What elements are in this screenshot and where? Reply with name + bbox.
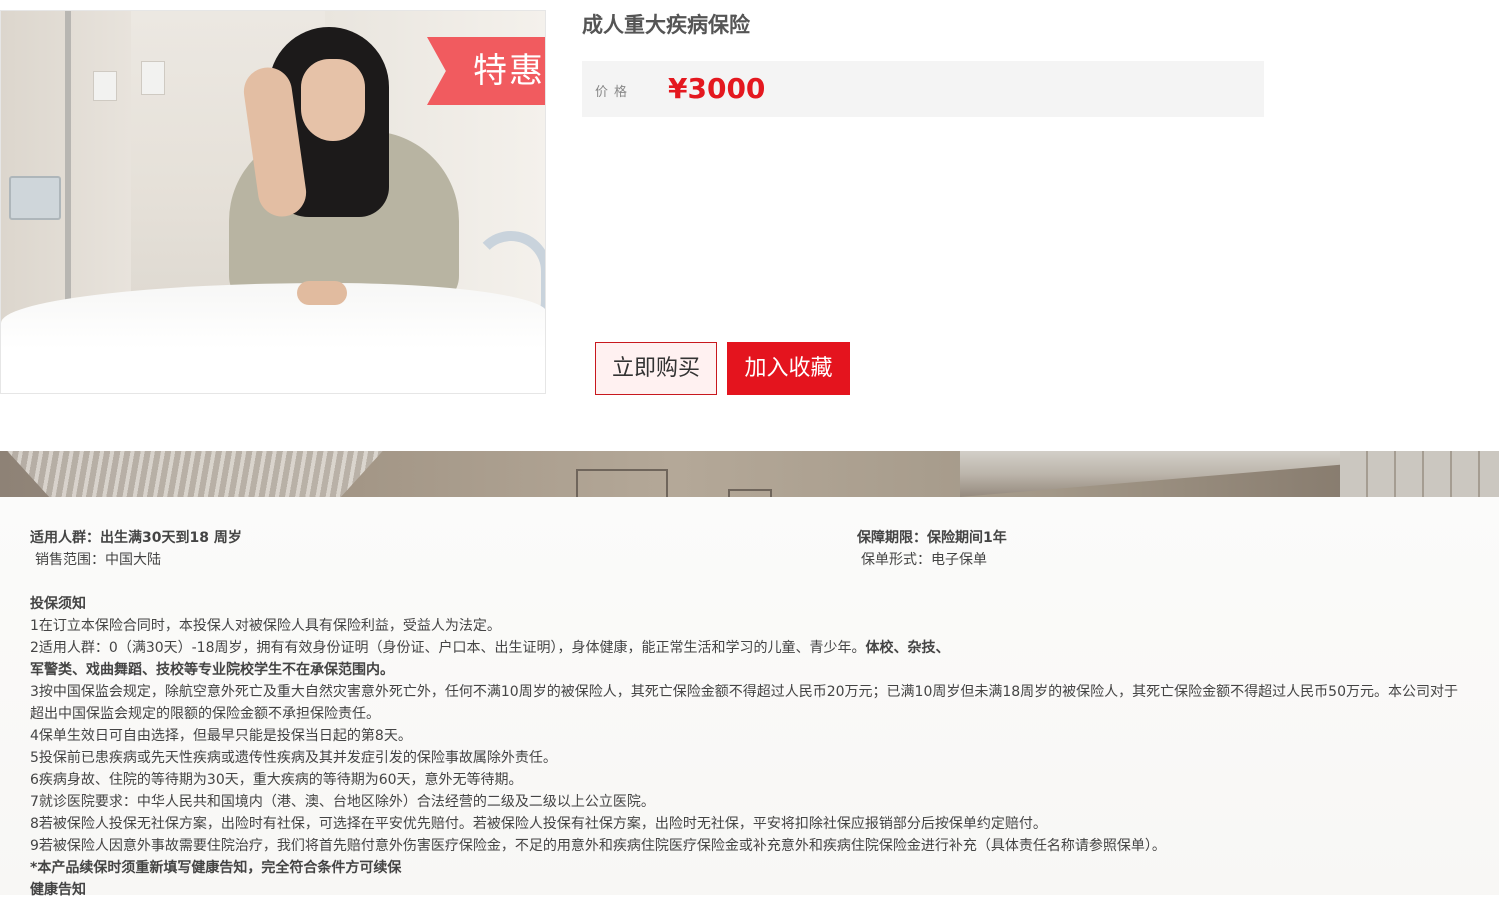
wall-panel [728,489,772,497]
lamp-shade [0,451,390,497]
buy-now-button[interactable]: 立即购买 [595,342,717,395]
notice-item: 5投保前已患疾病或先天性疾病或遗传性疾病及其并发症引发的保险事故属除外责任。 [30,750,557,766]
health-notice-title: 健康告知 [30,882,86,898]
patient-face [301,59,365,141]
term-value: 保险期间1年 [927,530,1007,546]
policy-form: 保单形式：电子保单 [861,552,987,568]
audience-info: 适用人群：出生满30天到18 周岁 [30,527,242,549]
price-value: ¥3000 [668,72,766,105]
medical-device [9,176,61,220]
audience-label: 适用人群： [30,530,100,546]
price-box: 价格 ¥3000 [582,61,1264,117]
notice-item-emphasis: 军警类、戏曲舞蹈、技校等专业院校学生不在承保范围内。 [30,662,394,678]
sales-region: 销售范围：中国大陆 [35,552,161,568]
bed-sheet [1,283,545,393]
wall-panel [576,469,668,497]
renewal-note: *本产品续保时须重新填写健康告知，完全符合条件方可续保 [30,860,402,876]
patient-hand [297,281,347,305]
product-details: 适用人群：出生满30天到18 周岁 销售范围：中国大陆 保障期限：保险期间1年 … [0,497,1499,898]
shelf [960,451,1340,497]
add-favorite-button[interactable]: 加入收藏 [727,342,850,395]
wall-switch [93,71,117,101]
notice-item-emphasis: 体校、杂技、 [865,640,950,656]
notice-item: 8若被保险人投保无社保方案，出险时有社保，可选择在平安优先赔付。若被保险人投保有… [30,816,1047,832]
notice-item: 4保单生效日可自由选择，但最早只能是投保当日起的第8天。 [30,728,412,744]
product-title: 成人重大疾病保险 [582,13,750,37]
notice-title: 投保须知 [30,596,86,612]
coverage-term: 保障期限：保险期间1年 [857,527,1007,549]
notice-item: 9若被保险人因意外事故需要住院治疗，我们将首先赔付意外伤害医疗保险金，不足的用意… [30,838,1166,854]
term-label: 保障期限： [857,530,927,546]
notice-item: 7就诊医院要求：中华人民共和国境内（港、澳、台地区除外）合法经营的二级及二级以上… [30,794,655,810]
product-image: 特惠 [0,10,546,394]
notice-item: 6疾病身故、住院的等待期为30天，重大疾病的等待期为60天，意外无等待期。 [30,772,523,788]
price-label: 价格 [595,85,634,100]
notice-item: 1在订立本保险合同时，本投保人对被保险人具有保险利益，受益人为法定。 [30,618,501,634]
wall-slats [1340,451,1499,497]
decorative-banner [0,451,1499,497]
iv-pole [65,11,71,311]
wall-switch [141,61,165,95]
notice-item: 3按中国保监会规定，除航空意外死亡及重大自然灾害意外死亡外，任何不满10周岁的被… [30,684,1458,722]
audience-value: 出生满30天到18 周岁 [100,530,242,546]
notice-item: 2适用人群：0（满30天）-18周岁，拥有有效身份证明（身份证、户口本、出生证明… [30,637,1470,681]
notice-item-text: 2适用人群：0（满30天）-18周岁，拥有有效身份证明（身份证、户口本、出生证明… [30,640,866,656]
insurance-notice: 投保须知 1在订立本保险合同时，本投保人对被保险人具有保险利益，受益人为法定。 … [30,593,1470,901]
